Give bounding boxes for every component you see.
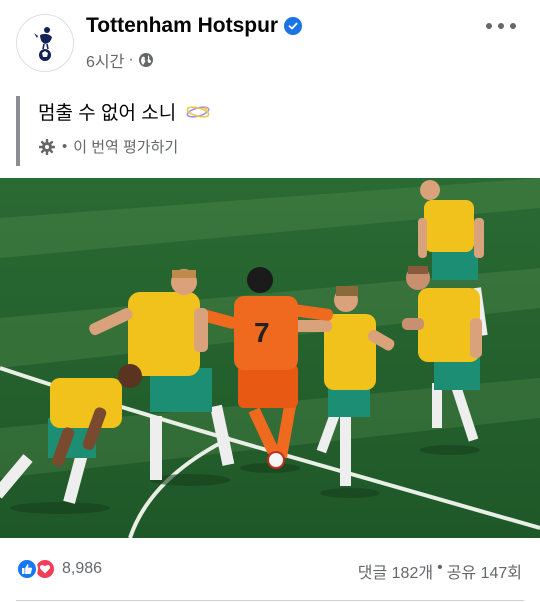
share-count[interactable]: 공유 147회 [447, 559, 522, 583]
reaction-summary[interactable]: 8,986 [16, 558, 102, 580]
footer-divider [16, 600, 524, 601]
rate-translation-link[interactable]: 이 번역 평가하기 [73, 136, 178, 157]
engagement-stats: 댓글 182개 • 공유 147회 [358, 559, 522, 583]
page-name[interactable]: Tottenham Hotspur [86, 14, 303, 38]
more-options-icon[interactable] [486, 16, 516, 36]
dizzy-emoji-icon [186, 105, 210, 118]
post-header: Tottenham Hotspur 6시간 · [0, 0, 540, 86]
translated-caption: 멈출 수 없어 소니 • 이 번역 평가하기 [16, 96, 416, 166]
gear-icon[interactable] [38, 138, 56, 156]
post-meta: 6시간 · [86, 48, 154, 72]
post-caption: 멈출 수 없어 소니 [38, 98, 416, 125]
post-photo[interactable]: 7 [0, 178, 540, 538]
tottenham-crest-icon [34, 27, 52, 61]
translation-row: • 이 번역 평가하기 [38, 136, 178, 157]
post-time[interactable]: 6시간 [86, 48, 124, 72]
translation-separator: • [62, 138, 68, 155]
like-reaction-icon [16, 558, 38, 580]
author-name[interactable]: Tottenham Hotspur [86, 14, 278, 38]
comment-count[interactable]: 댓글 182개 [358, 559, 433, 583]
verified-badge-icon [284, 17, 303, 35]
globe-icon[interactable] [138, 52, 154, 68]
meta-separator: · [128, 51, 134, 68]
football-match-photo: 7 [0, 178, 540, 538]
reaction-count[interactable]: 8,986 [62, 560, 102, 578]
caption-text: 멈출 수 없어 소니 [38, 103, 177, 124]
page-avatar[interactable] [16, 14, 74, 72]
post-footer: 8,986 댓글 182개 • 공유 147회 [0, 548, 540, 592]
svg-text:7: 7 [254, 317, 270, 348]
stats-separator: • [437, 559, 443, 576]
